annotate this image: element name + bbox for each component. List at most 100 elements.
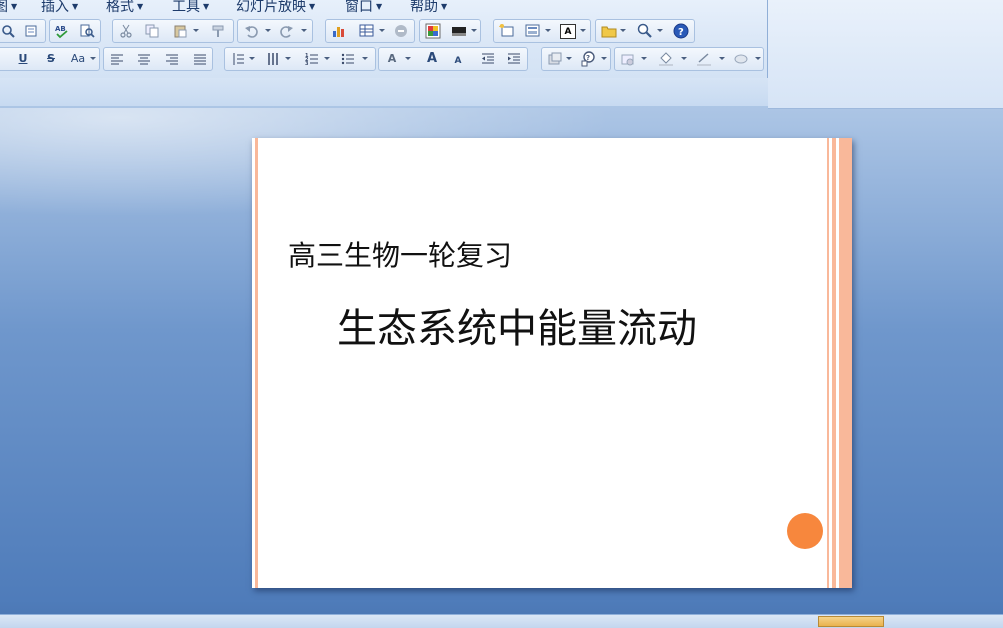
chevron-down-icon[interactable]	[681, 57, 687, 60]
fill-color-icon[interactable]	[657, 51, 675, 67]
right-accent-stripe	[832, 138, 836, 588]
line-spacing-icon[interactable]	[229, 51, 247, 67]
underline-button[interactable]: U	[14, 51, 32, 67]
chevron-down-icon[interactable]	[285, 57, 291, 60]
chevron-down-icon[interactable]	[324, 57, 330, 60]
chevron-down-icon[interactable]	[719, 57, 725, 60]
toolbar-group-alignment	[103, 47, 213, 71]
menu-label: 格式	[106, 0, 134, 15]
columns-icon[interactable]	[265, 51, 283, 67]
chevron-down-icon[interactable]	[566, 57, 572, 60]
chevron-down-icon: ▼	[441, 2, 448, 11]
chevron-down-icon[interactable]	[249, 57, 255, 60]
menu-help[interactable]: 帮助 ▼	[410, 0, 448, 15]
chevron-down-icon[interactable]	[545, 29, 551, 32]
toolbar-group-font-style: U S Aa	[0, 47, 100, 71]
decrease-indent-icon[interactable]	[479, 51, 497, 67]
table-icon[interactable]	[358, 23, 376, 39]
chevron-down-icon[interactable]	[90, 57, 96, 60]
copy-icon[interactable]	[143, 23, 161, 39]
new-slide-icon[interactable]	[498, 23, 516, 39]
toolbar-group-file	[0, 19, 46, 43]
justify-icon[interactable]	[191, 51, 209, 67]
chevron-down-icon[interactable]	[471, 29, 477, 32]
menu-tools[interactable]: 工具 ▼	[172, 0, 209, 15]
toolbar-group-history	[237, 19, 313, 43]
slide-layout-icon[interactable]	[524, 23, 542, 39]
slide-canvas[interactable]: 高三生物一轮复习 生态系统中能量流动	[252, 138, 852, 588]
line-color-icon[interactable]	[695, 51, 713, 67]
menu-insert[interactable]: 插入 ▼	[41, 0, 79, 15]
hyperlink-icon[interactable]	[392, 23, 410, 39]
toolbar-group-shape-format	[614, 47, 764, 71]
accent-circle	[787, 513, 823, 549]
folder-icon[interactable]	[600, 23, 618, 39]
paste-icon[interactable]	[171, 23, 189, 39]
chevron-down-icon[interactable]	[755, 57, 761, 60]
menu-view[interactable]: 图 ▼	[0, 0, 18, 15]
bullet-list-icon[interactable]	[339, 51, 357, 67]
menu-label: 插入	[41, 0, 69, 15]
menu-slideshow[interactable]: 幻灯片放映 ▼	[236, 0, 316, 15]
chevron-down-icon[interactable]	[641, 57, 647, 60]
chevron-down-icon: ▼	[309, 2, 316, 11]
menu-window[interactable]: 窗口 ▼	[345, 0, 382, 15]
chevron-down-icon[interactable]	[620, 29, 626, 32]
chevron-down-icon[interactable]	[362, 57, 368, 60]
chevron-down-icon: ▼	[72, 2, 79, 11]
chevron-down-icon[interactable]	[657, 29, 663, 32]
spelling-check-icon[interactable]: AB	[53, 23, 71, 39]
design-template-icon[interactable]	[450, 23, 468, 39]
chevron-down-icon[interactable]	[379, 29, 385, 32]
font-color-button[interactable]: A	[383, 51, 401, 67]
slide-subtitle[interactable]: 高三生物一轮复习	[288, 234, 512, 274]
chevron-down-icon[interactable]	[265, 29, 271, 32]
grow-font-button[interactable]: A	[423, 51, 441, 67]
toolbar-group-insert	[325, 19, 415, 43]
color-palette-icon[interactable]	[424, 23, 442, 39]
undo-icon[interactable]	[242, 23, 260, 39]
help-icon[interactable]: ?	[672, 23, 690, 39]
slide-design-icon[interactable]	[546, 51, 564, 67]
shadow-icon[interactable]	[733, 51, 751, 67]
svg-text:AB: AB	[55, 25, 66, 33]
normal-view-button[interactable]	[818, 616, 884, 627]
ribbon-footer	[0, 78, 768, 106]
redo-icon[interactable]	[278, 23, 296, 39]
numbered-list-icon[interactable]: 123	[303, 51, 321, 67]
chevron-down-icon[interactable]	[601, 57, 607, 60]
ribbon: 图▼ 插入▼ 格式▼ 工具▼ 幻灯片放映▼ 窗口▼ 帮助▼ AB	[0, 0, 768, 106]
zoom-icon[interactable]	[636, 23, 654, 39]
toolbar-group-paragraph: 123	[224, 47, 376, 71]
toolbar-group-clipboard	[112, 19, 234, 43]
chevron-down-icon[interactable]	[301, 29, 307, 32]
chevron-down-icon: ▼	[137, 2, 144, 11]
chevron-down-icon[interactable]	[193, 29, 199, 32]
chevron-down-icon[interactable]	[580, 29, 586, 32]
menu-bar: 图 ▼ 插入 ▼ 格式 ▼ 工具 ▼ 幻灯片放映 ▼ 窗口 ▼ 帮助 ▼	[0, 0, 768, 16]
strikethrough-button[interactable]: S	[42, 51, 60, 67]
chevron-down-icon: ▼	[11, 2, 18, 11]
text-box-icon[interactable]: A	[560, 24, 576, 39]
chevron-down-icon[interactable]	[405, 57, 411, 60]
change-case-button[interactable]: Aa	[67, 51, 89, 67]
format-painter-icon[interactable]	[209, 23, 227, 39]
shape-style-icon[interactable]	[619, 51, 637, 67]
right-accent-stripe-thin	[827, 138, 829, 588]
align-left-icon[interactable]	[108, 51, 126, 67]
chart-icon[interactable]	[330, 23, 348, 39]
cut-icon[interactable]	[117, 23, 135, 39]
menu-label: 幻灯片放映	[236, 0, 306, 15]
shapes-icon[interactable]: ?	[580, 51, 598, 67]
slide-title[interactable]: 生态系统中能量流动	[337, 296, 697, 354]
toolbar-group-drawing: ?	[541, 47, 611, 71]
shrink-font-button[interactable]: A	[449, 53, 467, 69]
align-center-icon[interactable]	[135, 51, 153, 67]
increase-indent-icon[interactable]	[505, 51, 523, 67]
research-icon[interactable]	[78, 23, 96, 39]
left-accent-stripe	[255, 138, 258, 588]
document-icon[interactable]	[22, 23, 40, 39]
align-right-icon[interactable]	[163, 51, 181, 67]
print-preview-icon[interactable]	[0, 23, 17, 39]
menu-format[interactable]: 格式 ▼	[106, 0, 144, 15]
